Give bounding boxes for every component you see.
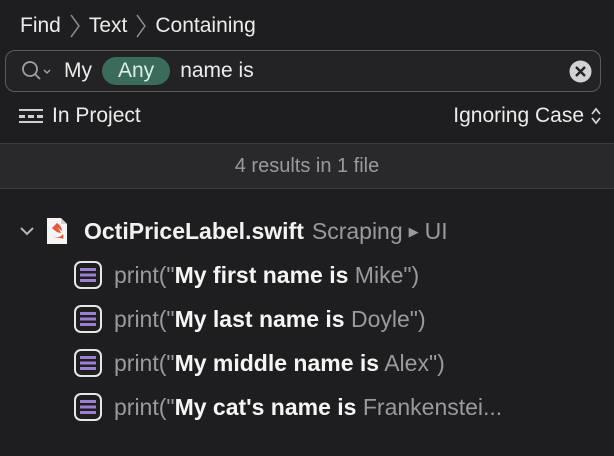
result-code: print("My first name is Mike")	[114, 262, 419, 289]
magnifying-glass-icon[interactable]	[20, 59, 54, 83]
result-row[interactable]: print("My last name is Doyle")	[74, 303, 426, 335]
path-separator-icon: ▶	[408, 223, 419, 239]
scope-label: In Project	[52, 104, 141, 127]
result-code: print("My last name is Doyle")	[114, 306, 426, 333]
result-row[interactable]: print("My first name is Mike")	[74, 259, 419, 291]
chevron-right-icon	[70, 14, 80, 38]
results-summary: 4 results in 1 file	[0, 144, 614, 188]
file-row[interactable]: OctiPriceLabel.swift Scraping ▶ UI	[0, 214, 448, 248]
result-row[interactable]: print("My middle name is Alex")	[74, 347, 445, 379]
scope-icon	[19, 109, 43, 123]
disclosure-chevron-icon[interactable]	[18, 222, 36, 240]
result-suffix: Doyle")	[344, 305, 426, 332]
breadcrumb: Find Text Containing	[20, 12, 256, 40]
result-suffix: Mike")	[348, 261, 420, 288]
result-suffix: Frankenstei...	[356, 393, 503, 420]
scope-selector[interactable]: In Project	[18, 104, 141, 128]
file-name: OctiPriceLabel.swift	[84, 217, 304, 244]
result-match: My middle name is	[174, 349, 380, 376]
swift-file-icon	[47, 218, 67, 244]
file-path-subgroup: UI	[424, 217, 448, 244]
up-down-chevron-icon	[591, 107, 601, 125]
result-row[interactable]: print("My cat's name is Frankenstei...	[74, 391, 502, 423]
result-match: My cat's name is	[174, 393, 357, 420]
breadcrumb-text[interactable]: Text	[89, 14, 128, 38]
result-code: print("My middle name is Alex")	[114, 350, 445, 377]
code-line-icon	[74, 393, 102, 421]
file-path: Scraping ▶ UI	[312, 218, 448, 245]
breadcrumb-find[interactable]: Find	[20, 14, 61, 38]
code-line-icon	[74, 261, 102, 289]
search-token-any[interactable]: Any	[102, 57, 171, 85]
search-field[interactable]: My Any name is	[5, 50, 601, 92]
file-path-group: Scraping	[311, 217, 403, 244]
divider	[0, 188, 614, 189]
result-prefix: print("	[114, 393, 175, 420]
result-suffix: Alex")	[379, 349, 445, 376]
chevron-right-icon	[136, 14, 147, 38]
breadcrumb-containing[interactable]: Containing	[155, 14, 255, 38]
result-prefix: print("	[114, 261, 175, 288]
case-sensitivity-selector[interactable]: Ignoring Case	[453, 104, 602, 128]
result-match: My first name is	[174, 261, 349, 288]
result-match: My last name is	[174, 305, 345, 332]
code-line-icon	[74, 305, 102, 333]
search-term-before: My	[64, 59, 92, 82]
clear-icon[interactable]	[569, 60, 592, 83]
results-summary-text: 4 results in 1 file	[234, 155, 380, 177]
result-prefix: print("	[114, 349, 175, 376]
code-line-icon	[74, 349, 102, 377]
case-label: Ignoring Case	[453, 104, 584, 127]
result-code: print("My cat's name is Frankenstei...	[114, 394, 502, 421]
search-term-after: name is	[180, 59, 254, 82]
result-prefix: print("	[114, 305, 175, 332]
options-bar: In Project Ignoring Case	[0, 100, 614, 136]
